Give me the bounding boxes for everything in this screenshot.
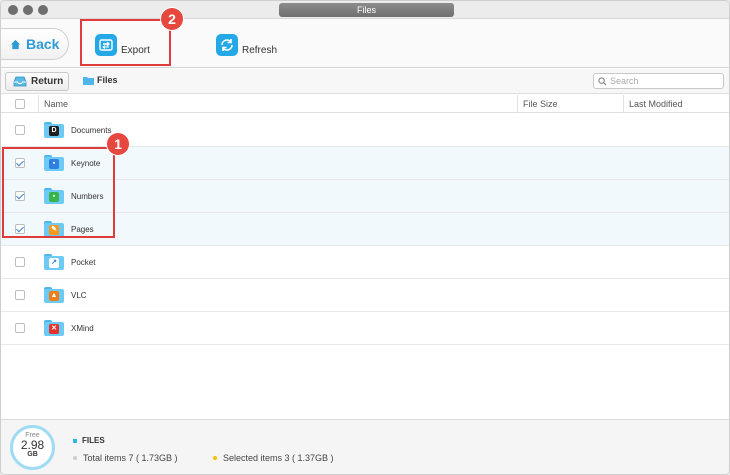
folder-icon: ▲: [44, 287, 64, 303]
files-section-label: FILES: [73, 436, 105, 445]
file-name: XMind: [71, 324, 94, 333]
row-checkbox[interactable]: [15, 125, 25, 135]
vlc-app-icon: ▲: [49, 291, 59, 301]
minimize-window-button[interactable]: [23, 5, 33, 15]
refresh-label: Refresh: [242, 45, 278, 56]
search-icon: [598, 76, 607, 86]
table-row[interactable]: ▲ VLC: [1, 279, 729, 312]
window-title: Files: [279, 3, 454, 17]
back-button[interactable]: Back: [1, 28, 69, 60]
search-box: [593, 73, 724, 89]
return-label: Return: [31, 76, 64, 87]
status-footer: Free 2.98 GB FILES Total items 7 ( 1.73G…: [1, 419, 729, 474]
breadcrumb-files: Files: [97, 75, 118, 85]
navigation-bar: Return Files: [1, 69, 729, 94]
folder-icon: D: [44, 122, 64, 138]
file-name: Documents: [71, 126, 112, 135]
file-name: VLC: [71, 291, 87, 300]
annotation-badge-1: 1: [107, 133, 129, 155]
close-window-button[interactable]: [8, 5, 18, 15]
table-row[interactable]: ↗ Pocket: [1, 246, 729, 279]
selected-dot-icon: [213, 456, 217, 460]
annotation-badge-2: 2: [161, 8, 183, 30]
total-items-status: Total items 7 ( 1.73GB ): [73, 453, 178, 463]
folder-icon: ✕: [44, 320, 64, 336]
row-checkbox[interactable]: [15, 323, 25, 333]
xmind-app-icon: ✕: [49, 324, 59, 334]
table-header: Name File Size Last Modified: [1, 95, 729, 113]
column-header-name[interactable]: Name: [38, 95, 517, 113]
select-all-checkbox[interactable]: [15, 99, 25, 109]
column-header-last-modified[interactable]: Last Modified: [623, 95, 729, 113]
title-bar: Files: [1, 1, 729, 19]
pocket-app-icon: ↗: [49, 258, 59, 268]
breadcrumb[interactable]: Files: [83, 75, 118, 85]
row-checkbox[interactable]: [15, 290, 25, 300]
row-checkbox[interactable]: [15, 257, 25, 267]
free-value: 2.98: [20, 438, 45, 452]
selection-highlight-box: [2, 147, 115, 238]
refresh-icon: [216, 33, 238, 56]
table-row[interactable]: ✕ XMind: [1, 312, 729, 345]
free-unit: GB: [27, 451, 38, 458]
selected-items-status: Selected items 3 ( 1.37GB ): [213, 453, 334, 463]
return-button[interactable]: Return: [5, 72, 69, 91]
export-highlight-box: [80, 19, 171, 66]
file-name: Pocket: [71, 258, 96, 267]
folder-icon: [83, 76, 94, 85]
return-tray-icon: [13, 76, 27, 87]
folder-icon: ↗: [44, 254, 64, 270]
total-dot-icon: [73, 456, 77, 460]
home-icon: [10, 39, 21, 49]
documents-app-icon: D: [49, 126, 59, 136]
app-window: Files Back Export Refresh Return Files S…: [0, 0, 730, 475]
files-marker-icon: [73, 438, 77, 443]
free-space-gauge: Free 2.98 GB: [10, 425, 55, 470]
back-label: Back: [26, 36, 60, 52]
zoom-window-button[interactable]: [38, 5, 48, 15]
column-header-file-size[interactable]: File Size: [517, 95, 623, 113]
search-input[interactable]: [610, 76, 720, 86]
refresh-button[interactable]: Refresh: [216, 33, 277, 56]
